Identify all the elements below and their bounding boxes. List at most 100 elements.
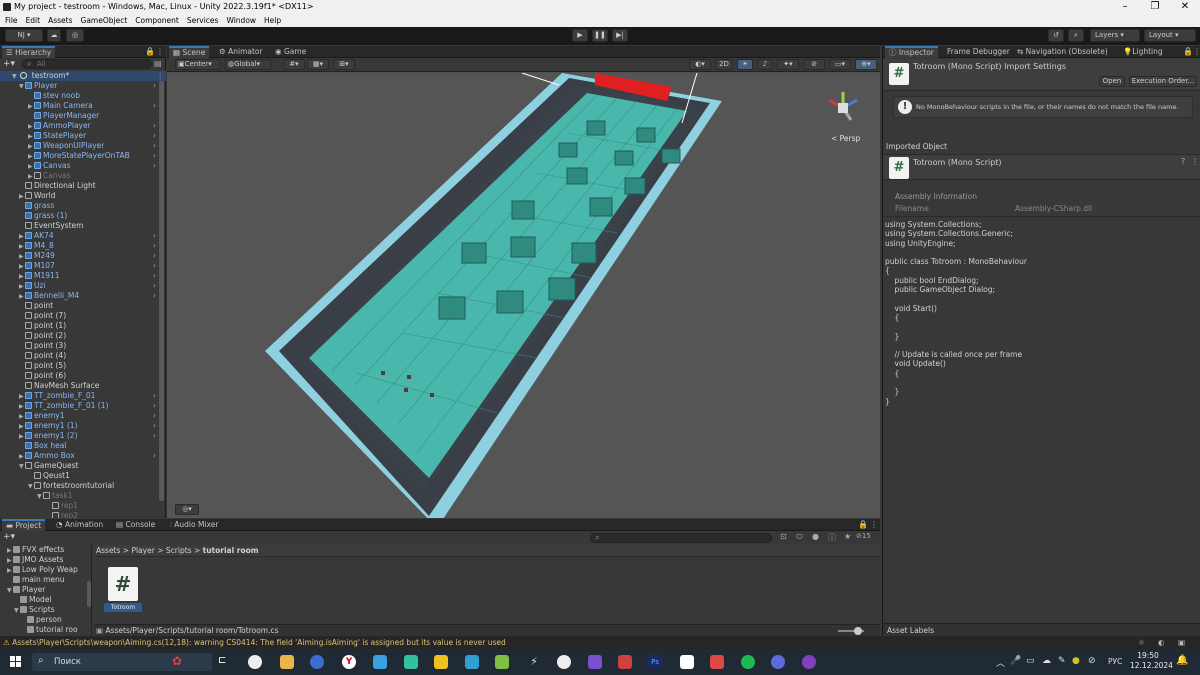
prefab-open-icon[interactable]: › xyxy=(153,161,156,171)
prefab-open-icon[interactable]: › xyxy=(153,431,156,441)
hierarchy-row[interactable]: ▶ MoreStatePlayerOnTAB › xyxy=(0,151,158,161)
hierarchy-row[interactable]: Box heal xyxy=(0,441,158,451)
spotify-icon[interactable] xyxy=(741,655,755,669)
prefab-open-icon[interactable]: › xyxy=(153,151,156,161)
hierarchy-row[interactable]: ▶ enemy1 (2) › xyxy=(0,431,158,441)
prefab-open-icon[interactable]: › xyxy=(153,451,156,461)
audio-toggle-icon[interactable]: ♪ xyxy=(757,59,773,70)
hierarchy-row[interactable]: grass xyxy=(0,201,158,211)
scene-menu-icon[interactable]: ⋮ xyxy=(157,71,165,81)
prefab-open-icon[interactable]: › xyxy=(153,141,156,151)
app-icon[interactable] xyxy=(710,655,724,669)
lighting-toggle-icon[interactable]: ☀ xyxy=(737,59,753,70)
yandex-browser-icon[interactable]: Y xyxy=(342,655,356,669)
hierarchy-row[interactable]: PlayerManager xyxy=(0,111,158,121)
importer-icon[interactable]: ⓘ xyxy=(828,532,836,543)
orientation-gizmo[interactable] xyxy=(823,88,863,136)
asset-labels-bar[interactable]: Asset Labels xyxy=(883,623,1200,636)
prefab-open-icon[interactable]: › xyxy=(153,131,156,141)
menu-gameobject[interactable]: GameObject xyxy=(81,16,128,25)
camera-settings-icon[interactable]: ▭▾ xyxy=(829,59,851,70)
hierarchy-search[interactable]: ⌕ All xyxy=(22,59,152,69)
taskbar-search[interactable]: ⌕ Поиск ✿ xyxy=(32,653,212,671)
skull-app-icon[interactable] xyxy=(557,655,571,669)
prefab-open-icon[interactable]: › xyxy=(153,231,156,241)
pen-icon[interactable]: ✎ xyxy=(1058,656,1066,666)
hierarchy-row[interactable]: ▶ Uzi › xyxy=(0,281,158,291)
notes-icon[interactable] xyxy=(434,655,448,669)
hierarchy-row[interactable]: NavMesh Surface xyxy=(0,381,158,391)
hierarchy-row[interactable]: ▶ Canvas › xyxy=(0,161,158,171)
slider-thumb[interactable] xyxy=(854,627,862,635)
execution-order-button[interactable]: Execution Order... xyxy=(1129,76,1197,87)
prefab-open-icon[interactable]: › xyxy=(153,421,156,431)
tab-game[interactable]: ◉ Game xyxy=(271,46,310,58)
app-icon[interactable] xyxy=(310,655,324,669)
visual-studio-icon[interactable] xyxy=(588,655,602,669)
hierarchy-row[interactable]: ▶ AmmoPlayer › xyxy=(0,121,158,131)
folder-row[interactable]: main menu xyxy=(0,575,88,585)
notification-icon[interactable]: ▣ xyxy=(1178,636,1185,649)
effects-toggle-icon[interactable]: ✦▾ xyxy=(777,59,799,70)
menu-services[interactable]: Services xyxy=(187,16,219,25)
hierarchy-row[interactable]: ▶ M249 › xyxy=(0,251,158,261)
hierarchy-row[interactable]: grass (1) xyxy=(0,211,158,221)
hierarchy-row[interactable]: Directional Light xyxy=(0,181,158,191)
favorite-icon[interactable]: ★ xyxy=(844,532,851,541)
tab-audio-mixer[interactable]: ⫶ Audio Mixer xyxy=(166,519,222,531)
project-search[interactable]: ⌕ xyxy=(590,533,772,543)
prefab-open-icon[interactable]: › xyxy=(153,241,156,251)
maximize-button[interactable]: ❐ xyxy=(1140,0,1170,14)
hierarchy-row[interactable]: EventSystem xyxy=(0,221,158,231)
grid-snap-icon[interactable]: #▾ xyxy=(283,59,305,70)
menu-window[interactable]: Window xyxy=(226,16,256,25)
tab-console[interactable]: ▤ Console xyxy=(112,519,159,531)
prefab-open-icon[interactable]: › xyxy=(153,81,156,91)
folder-row[interactable]: Model xyxy=(0,595,88,605)
asset-tile[interactable]: # Totroom xyxy=(104,567,144,613)
play-button[interactable]: ▶ xyxy=(572,29,588,42)
account-button[interactable]: NJ ▾ xyxy=(5,29,43,42)
app-icon[interactable] xyxy=(802,655,816,669)
tab-scene[interactable]: ▦ Scene xyxy=(169,46,210,58)
prefab-open-icon[interactable]: › xyxy=(153,121,156,131)
folder-row[interactable]: person xyxy=(0,615,88,625)
hierarchy-row[interactable]: ▶ World xyxy=(0,191,158,201)
breadcrumb-assets[interactable]: Assets xyxy=(96,546,120,555)
help-icon[interactable]: ? xyxy=(1181,157,1185,166)
tab-animator[interactable]: ⚙ Animator xyxy=(215,46,267,58)
messenger-icon[interactable] xyxy=(373,655,387,669)
prefab-open-icon[interactable]: › xyxy=(153,401,156,411)
media-player-icon[interactable] xyxy=(248,655,262,669)
hierarchy-row[interactable]: ▼ GameQuest xyxy=(0,461,158,471)
tab-frame-debugger[interactable]: Frame Debugger xyxy=(943,46,1014,58)
prefab-open-icon[interactable]: › xyxy=(153,101,156,111)
layers-dropdown[interactable]: Layers ▾ xyxy=(1090,29,1140,42)
status-bar[interactable]: ⚠ Assets\Player\Scripts\weapon\Aiming.cs… xyxy=(0,636,1200,649)
hierarchy-row[interactable]: rep1 xyxy=(0,501,158,511)
lightning-icon[interactable]: ⚡ xyxy=(527,655,541,669)
increment-snap-icon[interactable]: ⊞▾ xyxy=(333,59,355,70)
hierarchy-row[interactable]: ▶ AK74 › xyxy=(0,231,158,241)
lock-icon[interactable]: 🔒 xyxy=(1183,47,1193,56)
hierarchy-row[interactable]: ▶ TT_zombie_F_01 › xyxy=(0,391,158,401)
notifications-icon[interactable]: 🔔 xyxy=(1176,655,1188,666)
hierarchy-row[interactable]: ▼ fortestroomtutorial xyxy=(0,481,158,491)
tray-chevron-icon[interactable]: ︿ xyxy=(996,656,1005,669)
document-icon[interactable] xyxy=(680,655,694,669)
add-icon[interactable]: +▾ xyxy=(3,59,15,69)
menu-file[interactable]: File xyxy=(5,16,18,25)
gizmos-toggle-icon[interactable]: ⊕▾ xyxy=(855,59,877,70)
menu-assets[interactable]: Assets xyxy=(48,16,72,25)
folder-row[interactable]: ▼ Player xyxy=(0,585,88,595)
icon-size-slider[interactable] xyxy=(838,627,864,635)
hierarchy-row[interactable]: ▶ Canvas xyxy=(0,171,158,181)
search-icon[interactable]: ⌕ xyxy=(1068,29,1084,42)
lock-icon[interactable]: 🔒 xyxy=(858,520,868,529)
history-icon[interactable]: ↺ xyxy=(1048,29,1064,42)
breadcrumb-scripts[interactable]: Scripts xyxy=(166,546,192,555)
hierarchy-row[interactable]: Qeust1 xyxy=(0,471,158,481)
hierarchy-row[interactable]: rep2 xyxy=(0,511,158,518)
task-view-icon[interactable]: ⊏ xyxy=(218,655,232,669)
filter-icon[interactable]: ▤ xyxy=(154,59,162,68)
